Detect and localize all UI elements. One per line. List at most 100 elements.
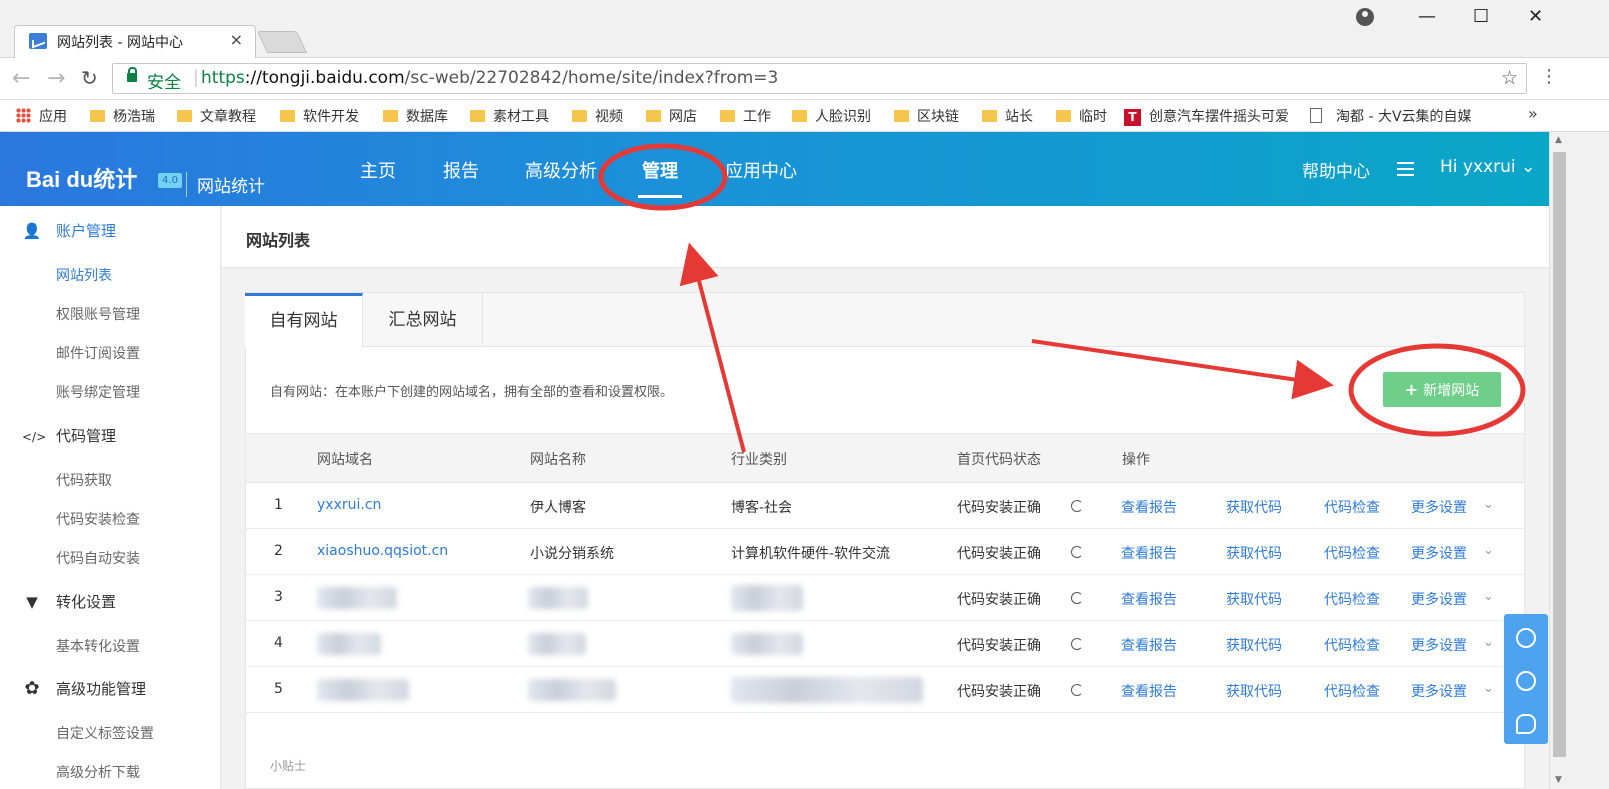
sidebar-item-code-autoinstall[interactable]: 代码自动安装 — [56, 548, 140, 568]
service-icon[interactable] — [1516, 628, 1536, 648]
bookmark-page[interactable]: T 创意汽车摆件摇头可爱 — [1124, 106, 1294, 126]
sidebar-item-email-subscribe[interactable]: 邮件订阅设置 — [56, 343, 140, 363]
back-arrow-icon[interactable]: ← — [12, 66, 30, 91]
site-domain-link[interactable]: xiaoshuo.qqsiot.cn — [317, 543, 448, 559]
sidebar-item-permission-accounts[interactable]: 权限账号管理 — [56, 304, 140, 324]
url-text[interactable]: https://tongji.baidu.com/sc-web/22702842… — [201, 68, 778, 88]
refresh-icon[interactable] — [1071, 684, 1083, 696]
sidebar-group-conversion[interactable]: ▼ 转化设置 — [22, 591, 116, 612]
sidebar-item-get-code[interactable]: 代码获取 — [56, 470, 112, 490]
sidebar-item-code-check[interactable]: 代码安装检查 — [56, 509, 140, 529]
address-bar[interactable]: 安全 | https://tongji.baidu.com/sc-web/227… — [112, 63, 1527, 94]
scroll-thumb[interactable] — [1553, 152, 1566, 757]
new-tab-button[interactable] — [256, 31, 308, 53]
get-code-link[interactable]: 获取代码 — [1226, 681, 1282, 701]
browser-menu-icon[interactable]: ⋮ — [1540, 66, 1558, 87]
chevron-down-icon[interactable]: ⌄ — [1483, 589, 1494, 604]
nav-app-center[interactable]: 应用中心 — [725, 157, 797, 183]
nav-report[interactable]: 报告 — [443, 157, 479, 183]
browser-toolbar: ← → ↻ 安全 | https://tongji.baidu.com/sc-w… — [0, 58, 1609, 100]
bookmark-folder[interactable]: 站长 — [982, 106, 1033, 126]
bookmark-folder[interactable]: 软件开发 — [280, 106, 359, 126]
chevron-down-icon[interactable]: ⌄ — [1483, 543, 1494, 558]
close-icon[interactable]: × — [230, 30, 243, 49]
window-close-icon[interactable]: ✕ — [1528, 6, 1543, 27]
scroll-up-icon[interactable]: ▲ — [1555, 135, 1562, 145]
bookmark-folder[interactable]: 文章教程 — [177, 106, 256, 126]
more-settings-link[interactable]: 更多设置 — [1411, 589, 1467, 609]
chevron-down-icon[interactable]: ⌄ — [1483, 635, 1494, 650]
sidebar-item-site-list[interactable]: 网站列表 — [56, 265, 112, 285]
more-settings-link[interactable]: 更多设置 — [1411, 681, 1467, 701]
sidebar-group-advanced[interactable]: ✿ 高级功能管理 — [22, 678, 146, 699]
add-site-button[interactable]: + 新增网站 — [1383, 372, 1501, 407]
bookmark-page[interactable]: 淘都 - 大V云集的自媒 — [1310, 106, 1478, 126]
chevron-down-icon[interactable]: ⌄ — [1483, 497, 1494, 512]
chevron-down-icon[interactable]: ⌄ — [1483, 681, 1494, 696]
refresh-icon[interactable] — [1071, 638, 1083, 650]
wechat-icon[interactable] — [1516, 714, 1536, 734]
help-center-link[interactable]: 帮助中心 — [1302, 157, 1370, 182]
code-check-link[interactable]: 代码检查 — [1324, 543, 1380, 563]
bookmark-folder[interactable]: 网店 — [646, 106, 697, 126]
nav-advanced-analysis[interactable]: 高级分析 — [525, 157, 597, 183]
refresh-icon[interactable] — [1071, 546, 1083, 558]
view-report-link[interactable]: 查看报告 — [1121, 589, 1177, 609]
get-code-link[interactable]: 获取代码 — [1226, 543, 1282, 563]
menu-list-icon[interactable] — [1397, 162, 1414, 176]
nav-home[interactable]: 主页 — [360, 157, 396, 183]
view-report-link[interactable]: 查看报告 — [1121, 681, 1177, 701]
nav-manage[interactable]: 管理 — [638, 157, 682, 198]
sidebar-group-code[interactable]: </> 代码管理 — [22, 425, 116, 446]
minimize-icon[interactable]: — — [1418, 6, 1436, 27]
code-check-link[interactable]: 代码检查 — [1324, 589, 1380, 609]
bookmark-folder[interactable]: 人脸识别 — [792, 106, 871, 126]
bookmark-folder[interactable]: 视频 — [572, 106, 623, 126]
page-scrollbar[interactable]: ▲ ▼ — [1549, 132, 1569, 789]
browser-tab[interactable]: 网站列表 - 网站中心 × — [14, 25, 256, 58]
sidebar-item-account-binding[interactable]: 账号绑定管理 — [56, 382, 140, 402]
code-check-link[interactable]: 代码检查 — [1324, 497, 1380, 517]
user-menu[interactable]: Hi yxxrui ⌄ — [1440, 157, 1535, 177]
forward-arrow-icon[interactable]: → — [47, 66, 65, 91]
folder-icon — [646, 110, 661, 122]
site-domain-link[interactable]: yxxrui.cn — [317, 497, 381, 513]
view-report-link[interactable]: 查看报告 — [1121, 635, 1177, 655]
site-list-panel: 自有网站 汇总网站 自有网站：在本账户下创建的网站域名，拥有全部的查看和设置权限… — [245, 292, 1525, 789]
get-code-link[interactable]: 获取代码 — [1226, 497, 1282, 517]
refresh-icon[interactable] — [1071, 500, 1083, 512]
bookmark-star-icon[interactable]: ☆ — [1501, 67, 1518, 89]
bookmark-folder[interactable]: 素材工具 — [470, 106, 549, 126]
view-report-link[interactable]: 查看报告 — [1121, 497, 1177, 517]
baidu-tongji-logo[interactable]: Bai du统计 — [26, 162, 137, 194]
bookmarks-overflow-icon[interactable]: » — [1528, 104, 1538, 123]
profile-icon[interactable] — [1356, 8, 1374, 26]
more-settings-link[interactable]: 更多设置 — [1411, 543, 1467, 563]
code-check-link[interactable]: 代码检查 — [1324, 681, 1380, 701]
sidebar-item-advanced-download[interactable]: 高级分析下载 — [56, 762, 140, 782]
reload-icon[interactable]: ↻ — [81, 66, 98, 90]
tab-own-sites[interactable]: 自有网站 — [245, 293, 363, 348]
get-code-link[interactable]: 获取代码 — [1226, 635, 1282, 655]
sidebar-item-basic-conversion[interactable]: 基本转化设置 — [56, 636, 140, 656]
bookmark-folder[interactable]: 区块链 — [894, 106, 959, 126]
refresh-icon[interactable] — [1071, 592, 1083, 604]
code-check-link[interactable]: 代码检查 — [1324, 635, 1380, 655]
bookmark-apps[interactable]: 应用 — [16, 106, 67, 126]
feedback-edit-icon[interactable] — [1516, 671, 1536, 691]
folder-icon — [894, 110, 909, 122]
chart-favicon-icon — [29, 33, 47, 49]
bookmark-folder[interactable]: 数据库 — [383, 106, 448, 126]
scroll-down-icon[interactable]: ▼ — [1555, 775, 1562, 785]
view-report-link[interactable]: 查看报告 — [1121, 543, 1177, 563]
more-settings-link[interactable]: 更多设置 — [1411, 497, 1467, 517]
bookmark-folder[interactable]: 临时 — [1056, 106, 1107, 126]
bookmark-folder[interactable]: 杨浩瑞 — [90, 106, 155, 126]
sidebar-item-custom-tags[interactable]: 自定义标签设置 — [56, 723, 154, 743]
tab-summary-sites[interactable]: 汇总网站 — [363, 293, 483, 347]
sidebar-group-account[interactable]: 👤 账户管理 — [22, 220, 116, 241]
get-code-link[interactable]: 获取代码 — [1226, 589, 1282, 609]
maximize-icon[interactable]: ☐ — [1473, 6, 1489, 27]
bookmark-folder[interactable]: 工作 — [720, 106, 771, 126]
more-settings-link[interactable]: 更多设置 — [1411, 635, 1467, 655]
